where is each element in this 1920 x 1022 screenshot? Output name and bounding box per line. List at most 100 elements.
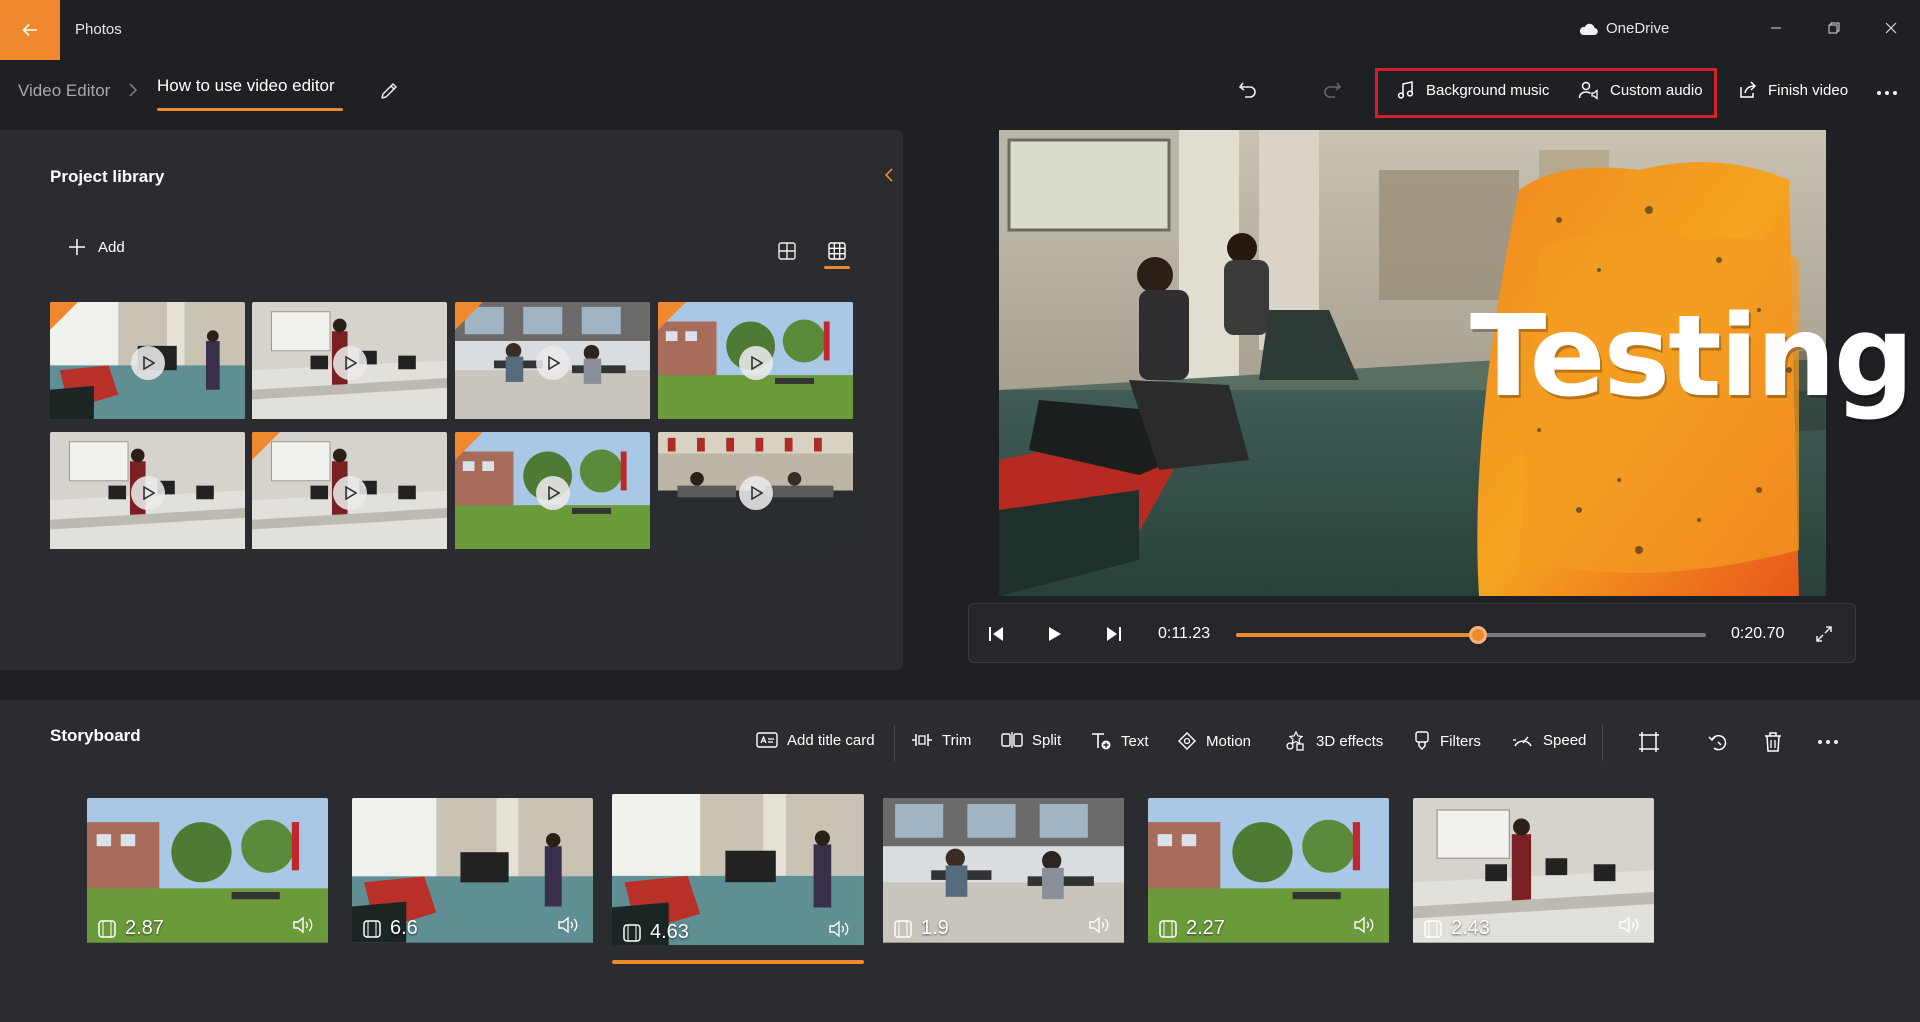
library-thumbnail[interactable] [658,432,853,553]
play-button[interactable] [1039,619,1069,649]
arrow-left-icon [22,23,37,37]
app-title: Photos [75,21,122,38]
delete-button[interactable] [1757,726,1789,758]
resize-button[interactable] [1633,726,1665,758]
crop-frame-icon [1639,732,1659,752]
volume-icon[interactable] [292,916,314,934]
undo-button[interactable] [1232,74,1264,106]
rotate-icon [1708,734,1727,751]
rotate-button[interactable] [1702,726,1734,758]
play-icon [547,485,560,500]
volume-icon[interactable] [1353,916,1375,934]
trim-label: Trim [942,731,972,749]
motion-button[interactable]: Motion [1177,731,1251,751]
storyboard-clip[interactable]: 1.9 [883,798,1124,950]
previous-frame-button[interactable] [981,619,1011,649]
onedrive-button[interactable]: OneDrive [1578,20,1669,37]
collapse-library-icon[interactable] [883,165,895,185]
title-card-icon [756,732,778,748]
clip-duration: 6.6 [362,917,418,940]
chevron-right-icon [129,83,137,97]
rename-project-button[interactable] [374,76,404,106]
background-music-button[interactable]: Background music [1396,80,1549,100]
volume-icon[interactable] [1088,916,1110,934]
close-button[interactable] [1871,8,1911,48]
add-title-card-button[interactable]: Add title card [756,731,875,749]
storyboard-clip[interactable]: 2.27 [1148,798,1389,950]
motion-label: Motion [1206,732,1252,750]
more-options-button[interactable] [1872,78,1902,108]
play-preview-button[interactable] [332,475,367,510]
speed-icon [1513,736,1532,747]
library-thumbnail[interactable] [252,432,447,553]
film-icon [98,919,116,938]
restore-button[interactable] [1814,8,1854,48]
volume-icon[interactable] [1618,916,1640,934]
filters-button[interactable]: Filters [1413,731,1481,751]
small-thumbnails-view-button[interactable] [820,236,854,266]
redo-icon [1324,82,1342,98]
volume-icon[interactable] [557,916,579,934]
split-button[interactable]: Split [1001,731,1061,749]
play-preview-button[interactable] [535,345,570,380]
breadcrumb-root[interactable]: Video Editor [18,81,110,101]
seek-bar-handle[interactable] [1469,626,1488,644]
next-frame-button[interactable] [1099,619,1129,649]
play-preview-button[interactable] [535,475,570,510]
storyboard-clip[interactable]: 2.87 [87,798,328,950]
filters-label: Filters [1440,732,1481,750]
library-thumbnail[interactable] [455,432,650,553]
seek-bar-progress [1236,633,1479,637]
storyboard-clip[interactable]: 2.43 [1413,798,1654,950]
fullscreen-button[interactable] [1809,619,1839,649]
storyboard-clip[interactable]: 4.63 [612,794,864,954]
large-thumbnails-view-button[interactable] [770,236,804,266]
current-time: 0:11.23 [1158,625,1211,642]
speed-label: Speed [1543,731,1587,749]
clip-duration: 1.9 [893,917,949,940]
plus-icon [69,239,85,255]
undo-icon [1238,82,1256,98]
text-button[interactable]: Text [1090,731,1149,751]
library-thumbnail[interactable] [658,302,853,423]
storyboard-more-button[interactable] [1812,726,1844,758]
clip-duration-value: 2.87 [125,917,164,939]
project-title[interactable]: How to use video editor [157,76,335,96]
redo-button[interactable] [1316,74,1348,106]
play-preview-button[interactable] [130,345,165,380]
play-preview-button[interactable] [738,475,773,510]
trim-button[interactable]: Trim [911,731,971,749]
library-thumbnail[interactable] [252,302,447,423]
speed-button[interactable]: Speed [1512,731,1586,749]
library-thumbnail[interactable] [50,302,245,423]
play-icon [344,355,357,370]
play-preview-button[interactable] [130,475,165,510]
play-preview-button[interactable] [332,345,367,380]
play-icon [547,355,560,370]
clip-duration-value: 4.63 [650,921,689,943]
custom-audio-button[interactable]: Custom audio [1578,80,1703,100]
selected-clip-indicator [612,960,864,964]
storyboard-clip[interactable]: 6.6 [352,798,593,950]
play-preview-button[interactable] [738,345,773,380]
library-thumbnail[interactable] [455,302,650,423]
volume-icon[interactable] [828,920,850,938]
play-icon [1049,627,1061,641]
library-thumbnail[interactable] [50,432,245,553]
back-button[interactable] [0,0,60,60]
expand-icon [1816,626,1832,642]
film-icon [1424,919,1442,938]
3d-effects-button[interactable]: 3D effects [1285,731,1383,751]
minimize-button[interactable] [1756,8,1796,48]
custom-audio-label: Custom audio [1610,81,1703,99]
add-media-button[interactable]: Add [68,238,125,256]
in-use-marker [455,432,483,460]
play-icon [142,355,155,370]
project-library-title: Project library [50,167,165,186]
play-icon [750,355,763,370]
music-note-icon [1397,81,1414,99]
minimize-icon [1771,27,1781,29]
seek-bar[interactable] [1236,626,1706,644]
film-icon [1159,919,1177,938]
finish-video-button[interactable]: Finish video [1738,80,1848,100]
